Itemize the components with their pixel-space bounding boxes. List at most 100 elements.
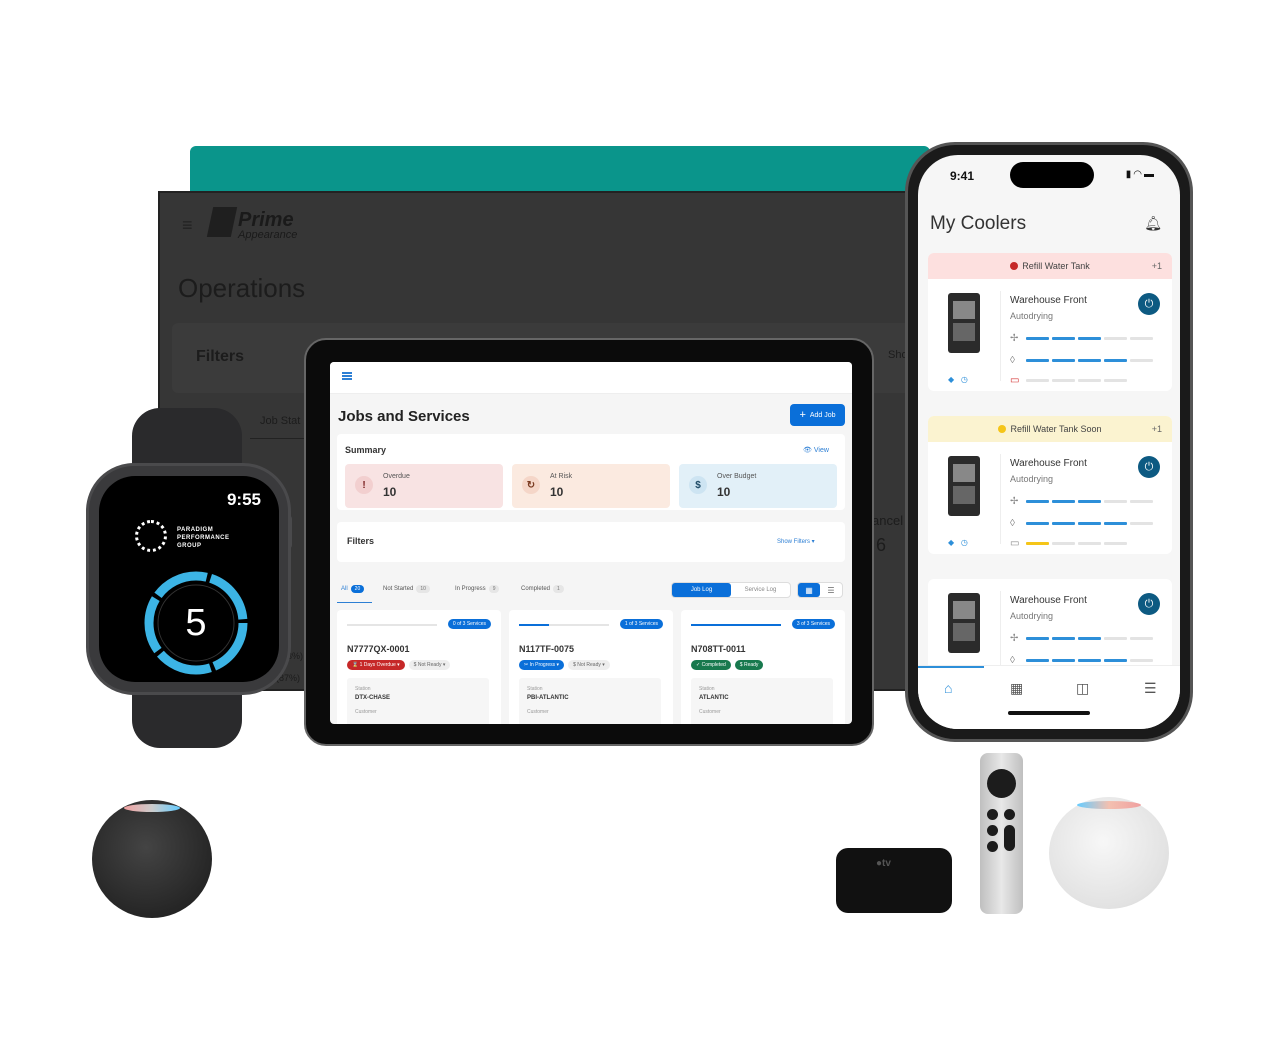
tablet-top-bar xyxy=(330,362,852,394)
summary-card: Summary 👁 View ! Overdue 10 ↻ At Risk 10… xyxy=(337,434,845,510)
tab-count: 1 xyxy=(553,585,564,593)
status-icons: ▮◠▬ xyxy=(1126,169,1156,180)
no-money-icon: $ xyxy=(689,476,707,494)
tab-not-started[interactable]: Not Started 10 xyxy=(383,585,430,593)
phone-screen: 9:41 ▮◠▬ My Coolers 🔔︎ Refill Water Tank… xyxy=(918,155,1180,729)
stat-label: Over Budget xyxy=(717,473,757,480)
alert-banner[interactable]: Refill Water Tank +1 xyxy=(928,253,1172,279)
job-status-label: Job Stat xyxy=(260,415,301,427)
budget-label: Not Ready xyxy=(417,662,442,668)
tab-label: Not Started xyxy=(383,586,414,592)
page-title: Operations xyxy=(178,273,306,303)
wifi-icon: ◠ xyxy=(1133,169,1144,180)
power-button[interactable]: ⏻ xyxy=(1138,456,1160,478)
tv-label: tv xyxy=(882,858,891,869)
job-card[interactable]: 1 of 3 Services N117TF-0075 ✂ In Progres… xyxy=(509,610,673,724)
fan-icon: ✢ xyxy=(1010,333,1019,344)
power-button[interactable]: ⏻ xyxy=(1138,293,1160,315)
cooler-name: Warehouse Front xyxy=(1010,595,1087,606)
power-button[interactable]: ⏻ xyxy=(1138,593,1160,615)
station-box: Station ATLANTIC Customer xyxy=(691,678,833,724)
budget-chip[interactable]: $ Ready xyxy=(734,660,764,670)
humidity-meter: ◊ xyxy=(1010,518,1153,529)
active-nav-indicator xyxy=(918,666,984,668)
list-view-icon[interactable]: ☰ xyxy=(820,583,842,597)
summary-title: Summary xyxy=(345,445,387,455)
fan-meter: ✢ xyxy=(1010,333,1153,344)
brand-line: PERFORMANCE xyxy=(177,535,230,541)
dynamic-island xyxy=(1010,162,1094,188)
stat-value: 10 xyxy=(717,485,731,499)
alert-banner[interactable]: Refill Water Tank Soon +1 xyxy=(928,416,1172,442)
service-log-button[interactable]: Service Log xyxy=(731,583,790,597)
home-indicator xyxy=(1008,711,1090,715)
cancelled-value: 6 xyxy=(876,535,887,555)
job-id: N117TF-0075 xyxy=(519,644,575,654)
cancelled-label: ancel xyxy=(872,513,904,528)
stat-at-risk[interactable]: ↻ At Risk 10 xyxy=(512,464,670,508)
bell-icon[interactable]: 🔔︎ xyxy=(1144,215,1162,232)
hamburger-menu-icon[interactable] xyxy=(342,372,352,380)
calendar-icon[interactable]: ▦ xyxy=(1010,680,1023,697)
status-chip[interactable]: ✓ Completed xyxy=(691,660,731,670)
job-id: N708TT-0011 xyxy=(691,644,746,654)
eye-icon: 👁 xyxy=(803,447,814,454)
progress-fill xyxy=(519,624,549,626)
show-filters-button[interactable]: Show Filters ▾ xyxy=(777,538,815,545)
remote-tv-button xyxy=(1004,809,1015,820)
stat-over-budget[interactable]: $ Over Budget 10 xyxy=(679,464,837,508)
view-toggle: ▦ ☰ xyxy=(797,582,843,598)
job-card[interactable]: 3 of 3 Services N708TT-0011 ✓ Completed … xyxy=(681,610,845,724)
job-log-button[interactable]: Job Log xyxy=(672,583,731,597)
status-chip[interactable]: ✂ In Progress ▾ xyxy=(519,660,565,670)
alert-count: +1 xyxy=(1151,424,1162,434)
stat-value: 10 xyxy=(550,485,564,499)
connection-icons: ◆ ◷ xyxy=(948,375,968,384)
bottom-nav: ⌂ ▦ ◫ ☰ xyxy=(918,665,1180,729)
tab-completed[interactable]: Completed 1 xyxy=(521,585,564,593)
alert-text: Refill Water Tank xyxy=(1022,261,1090,271)
grid-view-icon[interactable]: ▦ xyxy=(798,583,820,597)
fan-icon: ✢ xyxy=(1010,496,1019,507)
tab-all[interactable]: All 20 xyxy=(341,585,365,593)
tank-meter: ▭ xyxy=(1010,375,1127,386)
hamburger-menu-icon[interactable]: ≡ xyxy=(182,215,193,236)
job-card[interactable]: 0 of 3 Services N7777QX-0001 ⌛ 1 Days Ov… xyxy=(337,610,501,724)
fan-meter: ✢ xyxy=(1010,496,1153,507)
home-icon[interactable]: ⌂ xyxy=(944,680,952,696)
cooler-card[interactable]: Refill Water Tank +1 ◆ ◷ Warehouse Front … xyxy=(928,253,1172,391)
logo-subtext: Appearance xyxy=(238,229,298,241)
cooler-card[interactable]: Warehouse Front Autodrying ⏻ ✢ ◊ xyxy=(928,579,1172,679)
timer-icon: ◷ xyxy=(960,538,968,547)
page-title: My Coolers xyxy=(930,213,1027,234)
budget-label: Not Ready xyxy=(577,662,601,668)
budget-chip[interactable]: $ Not Ready ▾ xyxy=(568,660,610,670)
cooler-mode: Autodrying xyxy=(1010,474,1054,484)
status-chip[interactable]: ⌛ 1 Days Overdue ▾ xyxy=(347,660,405,670)
cooler-card[interactable]: Refill Water Tank Soon +1 ◆ ◷ Warehouse F… xyxy=(928,416,1172,554)
status-label: Completed xyxy=(701,662,726,668)
remote-clickpad xyxy=(987,769,1016,798)
view-link[interactable]: 👁 View xyxy=(803,446,829,454)
fan-meter: ✢ xyxy=(1010,633,1153,644)
wifi-icon: ◆ xyxy=(948,538,955,547)
fan-icon: ✢ xyxy=(1010,633,1019,644)
budget-chip[interactable]: $ Not Ready ▾ xyxy=(408,660,451,670)
cooler-image xyxy=(948,293,980,353)
tab-in-progress[interactable]: In Progress 9 xyxy=(455,585,500,593)
menu-icon[interactable]: ☰ xyxy=(1144,680,1157,697)
siri-light xyxy=(1077,801,1141,809)
bag-icon[interactable]: ◫ xyxy=(1076,680,1089,697)
hourglass-icon: ⌛ xyxy=(352,662,360,668)
station-label: Station xyxy=(527,686,543,692)
divider xyxy=(1000,454,1001,544)
page-title: Jobs and Services xyxy=(338,408,470,425)
brand-line: PARADIGM xyxy=(177,527,214,533)
stat-overdue[interactable]: ! Overdue 10 xyxy=(345,464,503,508)
timer-icon: ◷ xyxy=(960,375,968,384)
cooler-image xyxy=(948,456,980,516)
services-badge: 1 of 3 Services xyxy=(619,619,663,629)
add-job-button[interactable]: + Add Job xyxy=(790,404,845,426)
plus-icon: + xyxy=(799,409,806,421)
tank-icon: ▭ xyxy=(1010,375,1020,386)
